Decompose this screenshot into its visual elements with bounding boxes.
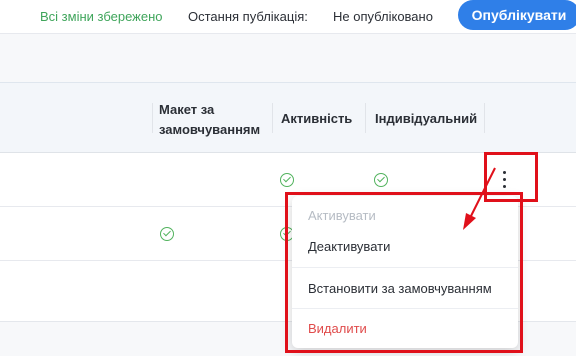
publication-status: Не опубліковано — [333, 9, 433, 24]
column-header-individual[interactable]: Індивідуальний — [375, 111, 477, 126]
column-header-active[interactable]: Активність — [281, 111, 352, 126]
saved-status: Всі зміни збережено — [40, 9, 163, 24]
column-separator — [272, 103, 273, 133]
table-header: Макет за замовчуванням Активність Індиві… — [0, 83, 576, 153]
top-bar: Всі зміни збережено Остання публікація: … — [0, 0, 576, 34]
column-header-default-layout[interactable]: Макет за замовчуванням — [159, 100, 271, 140]
column-separator — [365, 103, 366, 133]
publish-button[interactable]: Опублікувати — [458, 0, 576, 30]
individual-check-icon — [374, 173, 388, 187]
column-separator — [484, 103, 485, 133]
default-check-icon — [160, 227, 174, 241]
last-publication-label: Остання публікація: — [188, 9, 308, 24]
active-check-icon — [280, 173, 294, 187]
highlight-box-menu — [285, 192, 523, 353]
column-separator — [152, 103, 153, 133]
